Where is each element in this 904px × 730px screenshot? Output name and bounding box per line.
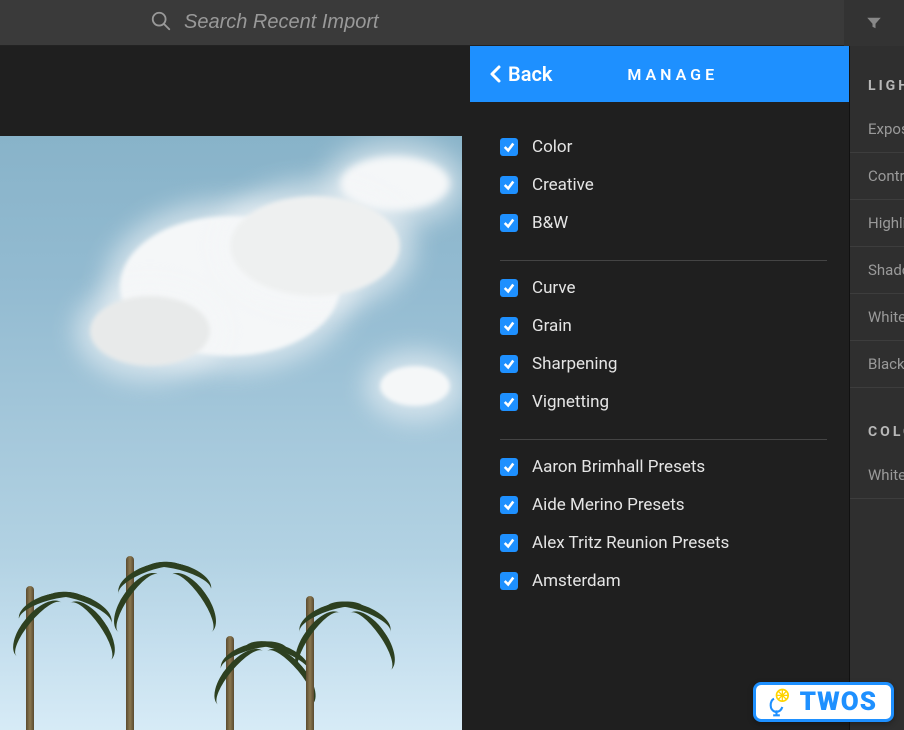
filter-icon[interactable] xyxy=(844,0,904,46)
preset-label: Amsterdam xyxy=(532,571,621,591)
presets-panel: Back MANAGE Color Creative B&W Curve Grain Sh… xyxy=(470,46,849,730)
checkbox-icon[interactable] xyxy=(500,355,518,373)
preset-item[interactable]: Color xyxy=(500,128,827,166)
checkbox-icon[interactable] xyxy=(500,176,518,194)
panel-header: Back MANAGE xyxy=(470,46,849,102)
preset-label: Vignetting xyxy=(532,392,609,412)
preset-label: Aide Merino Presets xyxy=(532,495,685,515)
preset-item[interactable]: B&W xyxy=(500,204,827,242)
preset-label: B&W xyxy=(532,213,568,233)
checkbox-icon[interactable] xyxy=(500,393,518,411)
panel-title: MANAGE xyxy=(552,65,829,84)
photo-preview xyxy=(0,46,470,730)
back-label: Back xyxy=(508,62,552,86)
checkbox-icon[interactable] xyxy=(500,279,518,297)
section-title-color: COLOR xyxy=(850,416,904,452)
preset-item[interactable]: Aide Merino Presets xyxy=(500,486,827,524)
preset-item[interactable]: Sharpening xyxy=(500,345,827,383)
preset-item[interactable]: Alex Tritz Reunion Presets xyxy=(500,524,827,562)
preset-item[interactable]: Vignetting xyxy=(500,383,827,421)
edit-slider-label[interactable]: Contrast xyxy=(850,153,904,200)
checkbox-icon[interactable] xyxy=(500,572,518,590)
watermark-text: TWOS xyxy=(800,687,877,717)
edit-panel: LIGHT ExposureContrastHighlightsShadowsW… xyxy=(849,46,904,730)
search-icon xyxy=(150,10,172,36)
edit-slider-label[interactable]: Blacks xyxy=(850,341,904,388)
edit-slider-label[interactable]: Shadows xyxy=(850,247,904,294)
checkbox-icon[interactable] xyxy=(500,214,518,232)
preset-label: Aaron Brimhall Presets xyxy=(532,457,705,477)
preset-item[interactable]: Amsterdam xyxy=(500,562,827,600)
checkbox-icon[interactable] xyxy=(500,138,518,156)
preset-label: Sharpening xyxy=(532,354,617,374)
edit-slider-label[interactable]: Highlights xyxy=(850,200,904,247)
checkbox-icon[interactable] xyxy=(500,496,518,514)
preset-item[interactable]: Creative xyxy=(500,166,827,204)
edit-slider-label[interactable]: Whites xyxy=(850,294,904,341)
edit-slider-label[interactable]: White Balance xyxy=(850,452,904,499)
search-input[interactable] xyxy=(184,11,844,34)
watermark-badge: TWOS xyxy=(753,682,894,722)
preset-label: Grain xyxy=(532,316,572,336)
preset-item[interactable]: Curve xyxy=(500,269,827,307)
search-bar xyxy=(0,0,904,46)
preset-label: Curve xyxy=(532,278,576,298)
preset-label: Color xyxy=(532,137,572,157)
checkbox-icon[interactable] xyxy=(500,458,518,476)
preset-item[interactable]: Aaron Brimhall Presets xyxy=(500,448,827,486)
preset-label: Creative xyxy=(532,175,594,195)
preset-item[interactable]: Grain xyxy=(500,307,827,345)
section-title-light: LIGHT xyxy=(850,70,904,106)
checkbox-icon[interactable] xyxy=(500,317,518,335)
checkbox-icon[interactable] xyxy=(500,534,518,552)
edit-slider-label[interactable]: Exposure xyxy=(850,106,904,153)
preset-label: Alex Tritz Reunion Presets xyxy=(532,533,729,553)
presets-scroll[interactable]: Color Creative B&W Curve Grain Sharpening Vign… xyxy=(470,102,849,730)
back-button[interactable]: Back xyxy=(488,62,552,86)
